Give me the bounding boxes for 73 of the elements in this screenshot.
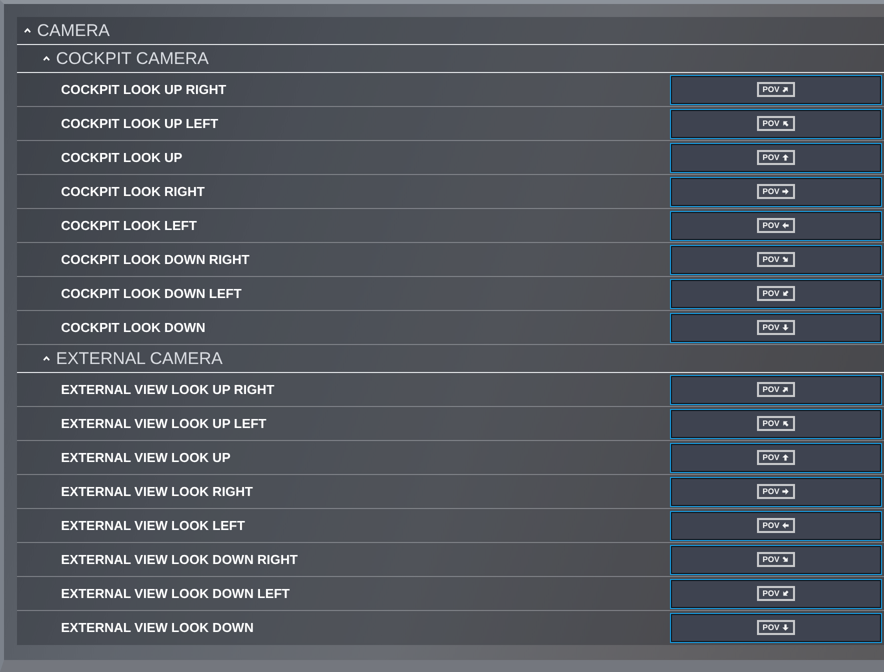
action-label: COCKPIT LOOK DOWN RIGHT: [61, 252, 250, 267]
key-label: POV: [762, 452, 780, 462]
key-label: POV: [762, 418, 780, 428]
key-label: POV: [762, 486, 780, 496]
key-binding-button[interactable]: POV: [670, 210, 882, 240]
key-binding-button[interactable]: POV: [670, 244, 882, 274]
action-label: COCKPIT LOOK UP: [61, 150, 182, 165]
key-label: POV: [762, 384, 780, 394]
key-binding-button[interactable]: POV: [670, 442, 882, 472]
left-arrow-icon: [782, 222, 790, 229]
key-label: POV: [762, 588, 780, 598]
key-binding-button[interactable]: POV: [670, 374, 882, 404]
subsection-header[interactable]: EXTERNAL CAMERA: [17, 345, 884, 373]
subsection-title: EXTERNAL CAMERA: [56, 348, 223, 370]
action-label: COCKPIT LOOK UP LEFT: [61, 116, 218, 131]
right-arrow-icon: [782, 488, 790, 495]
action-label: EXTERNAL VIEW LOOK LEFT: [61, 518, 245, 533]
key-binding-button[interactable]: POV: [670, 578, 882, 608]
key-binding-button[interactable]: POV: [670, 74, 882, 104]
down-left-arrow-icon: [782, 290, 790, 297]
key-binding-button[interactable]: POV: [670, 108, 882, 138]
key-binding-button[interactable]: POV: [670, 408, 882, 438]
up-arrow-icon: [782, 154, 790, 161]
key-label: POV: [762, 322, 780, 332]
key-binding-button[interactable]: POV: [670, 544, 882, 574]
key-binding-button[interactable]: POV: [670, 176, 882, 206]
up-left-arrow-icon: [782, 420, 790, 427]
key-binding-button[interactable]: POV: [670, 142, 882, 172]
action-label: EXTERNAL VIEW LOOK UP: [61, 450, 230, 465]
action-label: COCKPIT LOOK LEFT: [61, 218, 197, 233]
up-right-arrow-icon: [782, 86, 790, 93]
action-label: EXTERNAL VIEW LOOK UP RIGHT: [61, 382, 274, 397]
key-label: POV: [762, 520, 780, 530]
up-right-arrow-icon: [782, 386, 790, 393]
subsection-header[interactable]: COCKPIT CAMERA: [17, 45, 884, 73]
key-label: POV: [762, 554, 780, 564]
action-label: EXTERNAL VIEW LOOK UP LEFT: [61, 416, 266, 431]
key-binding-button[interactable]: POV: [670, 312, 882, 342]
down-arrow-icon: [782, 324, 790, 331]
key-label: POV: [762, 118, 780, 128]
key-label: POV: [762, 254, 780, 264]
down-right-arrow-icon: [782, 556, 790, 563]
key-label: POV: [762, 622, 780, 632]
chevron-up-icon[interactable]: [43, 56, 50, 61]
down-right-arrow-icon: [782, 256, 790, 263]
action-label: COCKPIT LOOK RIGHT: [61, 184, 205, 199]
action-label: COCKPIT LOOK DOWN LEFT: [61, 286, 242, 301]
key-label: POV: [762, 84, 780, 94]
up-arrow-icon: [782, 454, 790, 461]
key-label: POV: [762, 220, 780, 230]
action-label: COCKPIT LOOK DOWN: [61, 320, 206, 335]
action-label: EXTERNAL VIEW LOOK RIGHT: [61, 484, 253, 499]
key-label: POV: [762, 186, 780, 196]
key-label: POV: [762, 152, 780, 162]
section-title: CAMERA: [37, 20, 110, 42]
key-binding-button[interactable]: POV: [670, 510, 882, 540]
key-label: POV: [762, 288, 780, 298]
key-binding-button[interactable]: POV: [670, 278, 882, 308]
action-label: EXTERNAL VIEW LOOK DOWN LEFT: [61, 586, 290, 601]
section-header[interactable]: CAMERA: [17, 17, 884, 45]
chevron-up-icon[interactable]: [24, 28, 31, 33]
left-arrow-icon: [782, 522, 790, 529]
up-left-arrow-icon: [782, 120, 790, 127]
chevron-up-icon[interactable]: [43, 356, 50, 361]
action-label: EXTERNAL VIEW LOOK DOWN RIGHT: [61, 552, 298, 567]
down-arrow-icon: [782, 624, 790, 631]
action-label: EXTERNAL VIEW LOOK DOWN: [61, 620, 254, 635]
down-left-arrow-icon: [782, 590, 790, 597]
right-arrow-icon: [782, 188, 790, 195]
subsection-title: COCKPIT CAMERA: [56, 48, 209, 70]
action-label: COCKPIT LOOK UP RIGHT: [61, 82, 226, 97]
key-binding-button[interactable]: POV: [670, 612, 882, 642]
key-binding-button[interactable]: POV: [670, 476, 882, 506]
